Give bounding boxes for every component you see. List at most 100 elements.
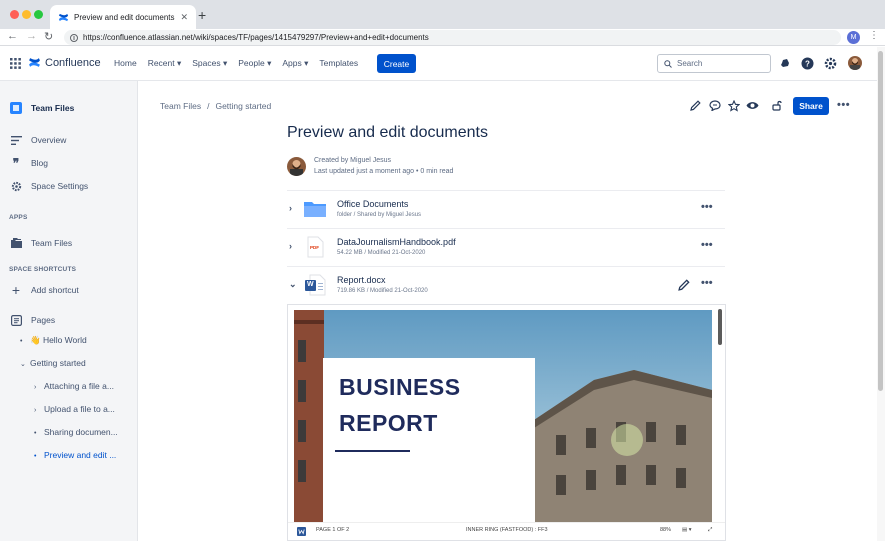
view-mode-dropdown[interactable]: ▤ ▾ <box>682 527 692 533</box>
primary-nav: Home Recent ▾ Spaces ▾ People ▾ Apps ▾ T… <box>114 58 358 69</box>
apps-heading: APPS <box>9 214 28 221</box>
expand-preview-icon[interactable]: ⤢ <box>708 527 712 534</box>
user-avatar[interactable] <box>848 56 862 70</box>
file-name[interactable]: Office Documents <box>337 199 408 209</box>
settings-icon[interactable] <box>823 56 837 70</box>
share-button[interactable]: Share <box>793 97 829 115</box>
notifications-icon[interactable] <box>778 56 792 70</box>
scrollbar-thumb[interactable] <box>878 51 883 391</box>
page-tree-item[interactable]: › Upload a file to a... <box>34 404 115 414</box>
cover-title-card: BUSINESS REPORT <box>323 358 535 522</box>
page-tree-item[interactable]: ⌄ Getting started <box>20 358 86 368</box>
nav-people[interactable]: People ▾ <box>238 58 271 69</box>
file-row-folder[interactable]: › Office Documents folder / Shared by Mi… <box>287 190 725 228</box>
space-header[interactable]: Team Files <box>0 101 138 115</box>
collapse-chevron-icon[interactable]: ⌄ <box>289 279 297 290</box>
file-more-icon[interactable]: ••• <box>701 201 713 213</box>
app-switcher-icon[interactable] <box>10 58 21 69</box>
space-shortcuts-heading: SPACE SHORTCUTS <box>9 266 77 273</box>
breadcrumb-item[interactable]: Getting started <box>215 101 271 111</box>
window-minimize-button[interactable] <box>22 10 31 19</box>
restrictions-icon[interactable] <box>771 99 784 112</box>
forward-icon[interactable]: → <box>26 30 37 42</box>
pages-icon <box>10 314 22 326</box>
expand-chevron-icon[interactable]: › <box>289 241 292 251</box>
breadcrumb-separator: / <box>207 101 210 111</box>
author-avatar[interactable] <box>287 157 306 176</box>
tree-item-label: Preview and edit ... <box>44 450 117 460</box>
star-icon[interactable] <box>727 99 740 112</box>
page-tree-item[interactable]: • 👋 Hello World <box>20 335 87 346</box>
add-shortcut-button[interactable]: + Add shortcut <box>0 282 138 298</box>
file-more-icon[interactable]: ••• <box>701 239 713 251</box>
page-tree-item[interactable]: › Attaching a file a... <box>34 381 114 391</box>
page-more-actions-icon[interactable]: ••• <box>837 99 850 111</box>
file-name[interactable]: Report.docx <box>337 275 386 285</box>
watch-icon[interactable] <box>746 99 759 112</box>
page-tree-item-current[interactable]: • Preview and edit ... <box>34 450 116 460</box>
window-close-button[interactable] <box>10 10 19 19</box>
zoom-level[interactable]: 88% <box>660 527 671 533</box>
tree-expand-chevron[interactable]: › <box>34 407 44 414</box>
tree-item-label: Sharing documen... <box>44 427 118 437</box>
nav-templates[interactable]: Templates <box>319 58 358 69</box>
tree-expand-chevron[interactable]: › <box>34 384 44 391</box>
browser-menu-icon[interactable]: ⋮ <box>869 30 879 41</box>
edit-file-icon[interactable] <box>678 279 690 291</box>
plus-icon: + <box>11 282 21 298</box>
page-count: PAGE 1 OF 2 <box>316 527 350 533</box>
file-row-pdf[interactable]: › PDF DataJournalismHandbook.pdf 54.22 M… <box>287 228 725 266</box>
file-meta: folder / Shared by Miguel Jesus <box>337 212 422 218</box>
window-scrollbar[interactable] <box>877 47 885 541</box>
file-meta: 719.86 KB / Modified 21-Oct-2020 <box>337 288 428 294</box>
help-icon[interactable]: ? <box>800 56 814 70</box>
expand-chevron-icon[interactable]: › <box>289 203 292 213</box>
new-tab-button[interactable]: + <box>198 7 206 23</box>
sidebar-app-team-files[interactable]: Team Files <box>0 236 138 250</box>
back-icon[interactable]: ← <box>7 30 18 42</box>
create-button[interactable]: Create <box>377 54 416 73</box>
last-updated-text: Last updated just a moment ago • 0 min r… <box>314 168 454 175</box>
confluence-logo[interactable]: Confluence <box>28 56 101 69</box>
site-info-icon <box>70 33 78 42</box>
tree-expand-chevron[interactable]: ⌄ <box>20 360 30 368</box>
page-tree-item[interactable]: • Sharing documen... <box>34 427 118 437</box>
nav-spaces[interactable]: Spaces ▾ <box>192 58 227 69</box>
reload-icon[interactable]: ↻ <box>44 30 53 43</box>
browser-tab[interactable]: Preview and edit documents - ✕ <box>50 5 196 29</box>
tab-close-icon[interactable]: ✕ <box>180 12 188 23</box>
search-input[interactable] <box>677 59 765 68</box>
title-underline <box>335 450 410 452</box>
gear-icon <box>10 180 22 192</box>
nav-apps[interactable]: Apps ▾ <box>282 58 308 69</box>
file-row-docx[interactable]: ⌄ W Report.docx 719.86 KB / Modified 21-… <box>287 266 725 304</box>
sidebar-item-blog[interactable]: ❞ Blog <box>0 156 138 170</box>
sidebar-item-pages[interactable]: Pages <box>0 313 138 327</box>
file-name[interactable]: DataJournalismHandbook.pdf <box>337 237 456 247</box>
pdf-badge: PDF <box>310 245 319 250</box>
search-box[interactable] <box>657 54 771 73</box>
overview-icon <box>10 134 22 146</box>
file-more-icon[interactable]: ••• <box>701 277 713 289</box>
nav-recent[interactable]: Recent ▾ <box>148 58 182 69</box>
breadcrumb-item[interactable]: Team Files <box>160 101 201 111</box>
sidebar-item-space-settings[interactable]: Space Settings <box>0 179 138 193</box>
window-maximize-button[interactable] <box>34 10 43 19</box>
document-preview[interactable]: BUSINESS REPORT PAGE 1 OF 2 INNER RING (… <box>287 304 726 541</box>
browser-tab-bar: Preview and edit documents - ✕ + <box>0 0 885 29</box>
preview-status-bar: PAGE 1 OF 2 INNER RING (FASTFOOD) : FF3 … <box>288 522 725 540</box>
sidebar-item-label: Space Settings <box>31 181 89 191</box>
word-badge: W <box>307 281 314 288</box>
tree-bullet: • <box>34 430 37 437</box>
browser-profile-avatar[interactable]: M <box>847 31 860 44</box>
sidebar-item-label: Overview <box>31 135 67 145</box>
comment-icon[interactable] <box>708 99 721 112</box>
sidebar-item-label: Blog <box>31 158 49 168</box>
edit-icon[interactable] <box>689 99 702 112</box>
sidebar-item-overview[interactable]: Overview <box>0 133 138 147</box>
nav-home[interactable]: Home <box>114 58 137 69</box>
url-field[interactable]: https://confluence.atlassian.net/wiki/sp… <box>64 30 841 45</box>
preview-scrollbar-thumb[interactable] <box>718 309 722 345</box>
page-title: Preview and edit documents <box>287 124 488 141</box>
tab-title: Preview and edit documents - <box>74 12 176 22</box>
